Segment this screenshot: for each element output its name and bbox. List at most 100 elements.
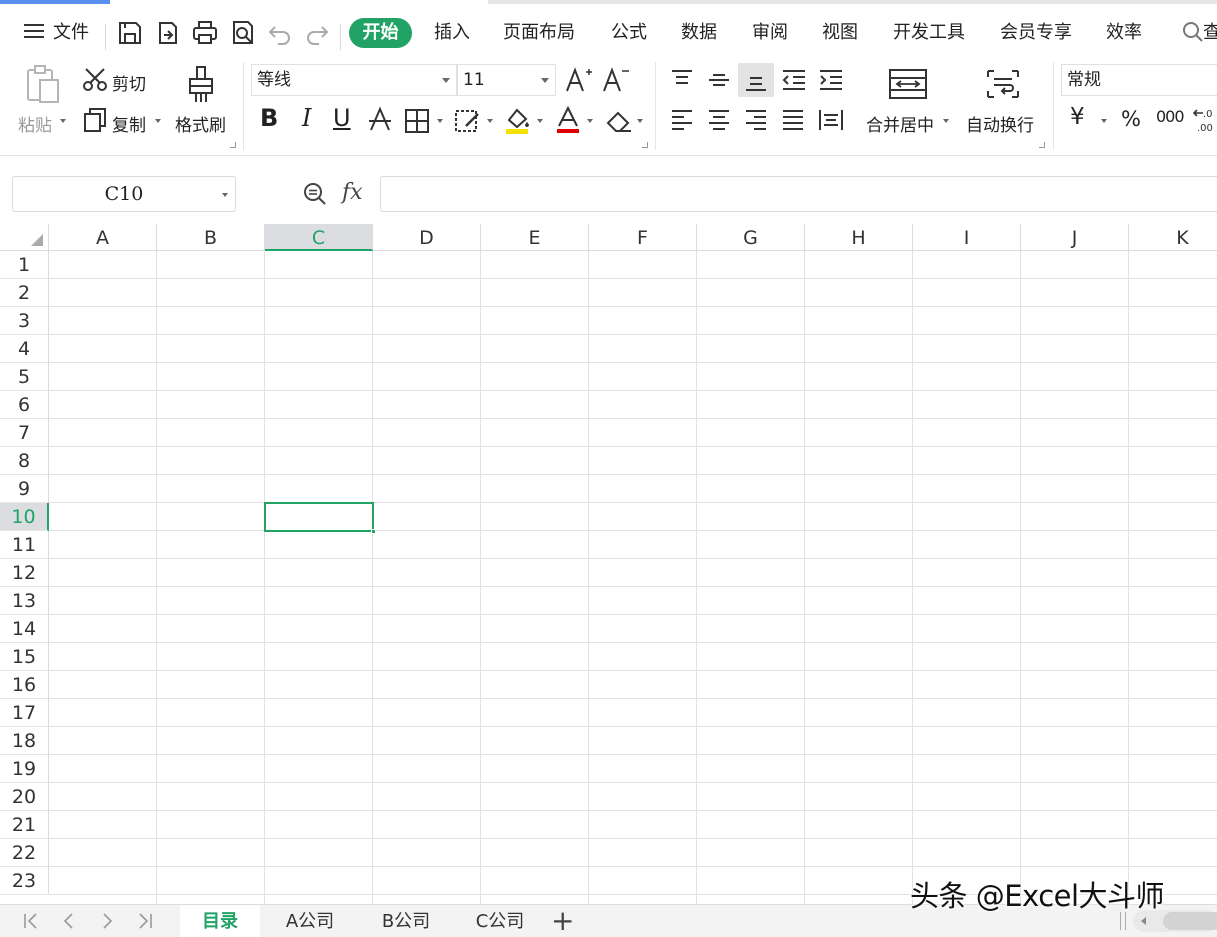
active-cell-c10[interactable]	[264, 502, 376, 534]
row-header-19[interactable]: 19	[0, 755, 49, 783]
hamburger-menu-icon[interactable]	[22, 19, 50, 47]
tab-insert[interactable]: 插入	[434, 10, 470, 56]
prev-sheet-icon[interactable]	[60, 911, 78, 936]
align-bottom-icon[interactable]	[744, 68, 768, 96]
tab-developer[interactable]: 开发工具	[893, 10, 965, 56]
row-header-12[interactable]: 12	[0, 559, 49, 587]
row-header-4[interactable]: 4	[0, 335, 49, 363]
formula-input[interactable]	[380, 176, 1217, 212]
first-sheet-icon[interactable]	[22, 911, 40, 936]
redo-icon[interactable]	[303, 19, 331, 47]
bold-button[interactable]: B	[260, 104, 278, 132]
column-header-h[interactable]: H	[805, 224, 913, 251]
dialog-launcher-icon[interactable]	[230, 142, 236, 148]
row-header-11[interactable]: 11	[0, 531, 49, 559]
justify-icon[interactable]	[781, 108, 805, 136]
underline-button[interactable]: U	[333, 104, 351, 132]
cell-style-icon[interactable]	[454, 108, 482, 138]
wrap-text-icon[interactable]	[985, 68, 1021, 104]
column-header-b[interactable]: B	[157, 224, 265, 251]
tab-view[interactable]: 视图	[822, 10, 858, 56]
scrollbar-thumb[interactable]	[1163, 912, 1217, 930]
column-header-f[interactable]: F	[589, 224, 697, 251]
chevron-down-icon[interactable]	[155, 119, 161, 123]
save-icon[interactable]	[116, 19, 144, 47]
search-label[interactable]: 查	[1203, 10, 1217, 56]
row-header-13[interactable]: 13	[0, 587, 49, 615]
row-header-17[interactable]: 17	[0, 699, 49, 727]
currency-button[interactable]: ¥	[1070, 104, 1085, 130]
row-header-21[interactable]: 21	[0, 811, 49, 839]
merge-center-label[interactable]: 合并居中	[866, 111, 934, 136]
last-sheet-icon[interactable]	[136, 911, 154, 936]
align-center-icon[interactable]	[707, 108, 731, 136]
align-left-icon[interactable]	[670, 108, 694, 136]
row-header-3[interactable]: 3	[0, 307, 49, 335]
sheet-tab-a-company[interactable]: A公司	[262, 905, 358, 937]
sheet-tab-toc[interactable]: 目录	[180, 905, 260, 937]
export-icon[interactable]	[154, 19, 182, 47]
column-header-g[interactable]: G	[697, 224, 805, 251]
row-header-14[interactable]: 14	[0, 615, 49, 643]
number-format-select[interactable]: 常规	[1061, 64, 1217, 96]
cut-label[interactable]: 剪切	[112, 70, 146, 95]
font-size-select[interactable]: 11	[457, 64, 556, 96]
tab-page-layout[interactable]: 页面布局	[503, 10, 575, 56]
paste-label[interactable]: 粘贴	[18, 111, 52, 136]
increase-indent-icon[interactable]	[818, 68, 844, 96]
chevron-down-icon[interactable]	[487, 119, 493, 123]
row-header-10[interactable]: 10	[0, 503, 49, 531]
print-icon[interactable]	[191, 19, 219, 47]
format-painter-label[interactable]: 格式刷	[175, 111, 226, 136]
wrap-text-label[interactable]: 自动换行	[966, 111, 1034, 136]
italic-button[interactable]: I	[302, 104, 311, 132]
cell-area[interactable]	[49, 251, 1217, 904]
chevron-down-icon[interactable]	[437, 119, 443, 123]
sheet-tab-b-company[interactable]: B公司	[358, 905, 454, 937]
chevron-down-icon[interactable]	[537, 119, 543, 123]
format-painter-icon[interactable]	[185, 64, 219, 110]
chevron-down-icon[interactable]	[1101, 119, 1107, 123]
merge-center-icon[interactable]	[888, 68, 928, 104]
decrease-indent-icon[interactable]	[781, 68, 807, 96]
row-header-18[interactable]: 18	[0, 727, 49, 755]
row-header-1[interactable]: 1	[0, 251, 49, 279]
column-header-a[interactable]: A	[49, 224, 157, 251]
tab-data[interactable]: 数据	[681, 10, 717, 56]
borders-icon[interactable]	[404, 108, 430, 138]
dialog-launcher-icon[interactable]	[642, 142, 648, 148]
copy-label[interactable]: 复制	[112, 111, 146, 136]
next-sheet-icon[interactable]	[98, 911, 116, 936]
fx-label[interactable]: fx	[342, 180, 363, 205]
font-name-select[interactable]: 等线	[251, 64, 457, 96]
row-header-5[interactable]: 5	[0, 363, 49, 391]
chevron-down-icon[interactable]	[60, 119, 66, 123]
eraser-icon[interactable]	[605, 108, 633, 138]
paste-icon[interactable]	[24, 64, 62, 108]
align-right-icon[interactable]	[744, 108, 768, 136]
column-header-j[interactable]: J	[1021, 224, 1129, 251]
row-header-22[interactable]: 22	[0, 839, 49, 867]
tab-efficiency[interactable]: 效率	[1106, 10, 1142, 56]
row-header-9[interactable]: 9	[0, 475, 49, 503]
worksheet-grid[interactable]: A B C D E F G H I J K 1 2 3 4 5 6 7 8 9 10 11 12 13 14 15 16 17 18 19…	[0, 224, 1217, 904]
row-header-7[interactable]: 7	[0, 419, 49, 447]
thousands-separator-button[interactable]: 000	[1156, 107, 1185, 126]
decrease-font-size-icon[interactable]	[602, 66, 630, 98]
file-menu[interactable]: 文件	[53, 10, 89, 56]
chevron-down-icon[interactable]	[943, 119, 949, 123]
zoom-search-icon[interactable]	[302, 181, 328, 211]
column-header-i[interactable]: I	[913, 224, 1021, 251]
increase-font-size-icon[interactable]	[565, 66, 593, 98]
chevron-down-icon[interactable]	[637, 119, 643, 123]
percent-button[interactable]: %	[1121, 107, 1141, 131]
row-header-23[interactable]: 23	[0, 867, 49, 895]
row-header-16[interactable]: 16	[0, 671, 49, 699]
add-sheet-button[interactable]: +	[551, 906, 574, 936]
align-middle-icon[interactable]	[707, 68, 731, 96]
tab-home[interactable]: 开始	[349, 18, 412, 48]
fill-handle[interactable]	[371, 529, 376, 534]
sheet-tab-c-company[interactable]: C公司	[452, 905, 548, 937]
align-top-icon[interactable]	[670, 68, 694, 96]
column-header-e[interactable]: E	[481, 224, 589, 251]
